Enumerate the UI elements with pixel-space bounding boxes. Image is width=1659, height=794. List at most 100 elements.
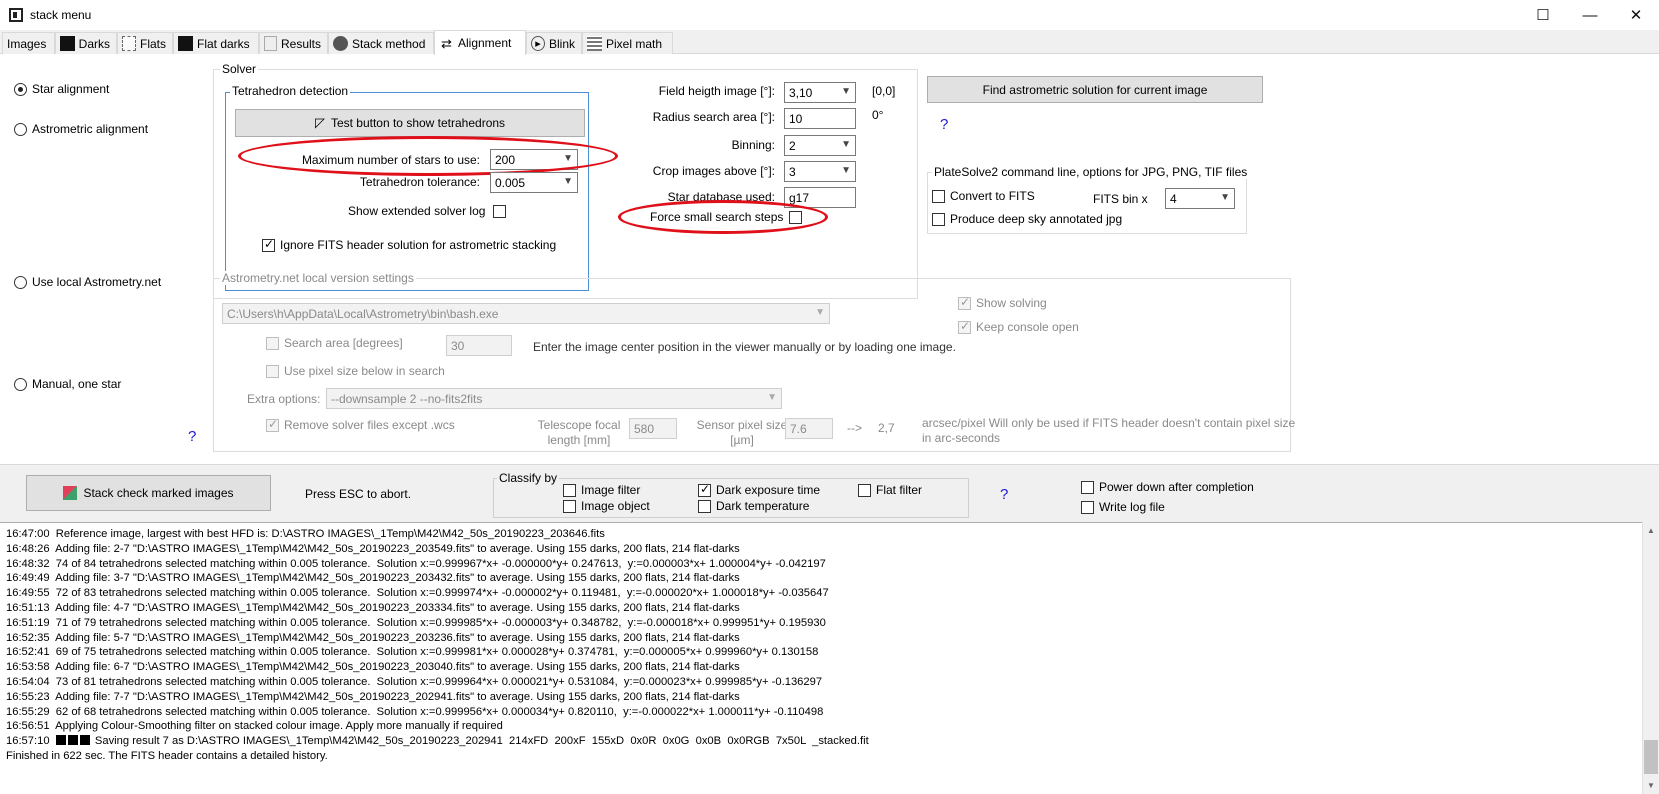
show-extended-log-checkbox[interactable]: Show extended solver log: [348, 204, 507, 218]
convert-to-fits-checkbox[interactable]: Convert to FITS: [932, 189, 1035, 203]
tab-flat-darks[interactable]: Flat darks: [173, 32, 259, 54]
checkbox-box: [563, 499, 576, 513]
checkbox-box: [958, 319, 971, 334]
tab-label: Blink: [548, 36, 575, 51]
keep-console-open-checkbox[interactable]: Keep console open: [958, 319, 1079, 334]
chevron-down-icon: ▼: [563, 176, 573, 187]
radio-label: Star alignment: [32, 82, 110, 96]
annotated-jpg-checkbox[interactable]: Produce deep sky annotated jpg: [932, 212, 1122, 226]
scrollbar-thumb[interactable]: [1644, 740, 1658, 774]
combo-value: 2: [789, 138, 796, 153]
checkbox-box: [1081, 480, 1094, 494]
dark-temperature-checkbox[interactable]: Dark temperature: [698, 499, 809, 513]
dark-exposure-checkbox[interactable]: Dark exposure time: [698, 482, 821, 497]
radio-dot: [14, 82, 27, 96]
triangle-icon: ◸: [314, 115, 325, 130]
tolerance-combo[interactable]: 0.005 ▼: [490, 172, 578, 193]
checkbox-label: Convert to FITS: [950, 189, 1035, 203]
sensor-pixel-label-line: [µm]: [730, 433, 754, 447]
tab-label: Flats: [139, 36, 166, 51]
star-database-input[interactable]: g17: [784, 187, 856, 208]
checkbox-box: [1081, 500, 1094, 514]
tab-stack-method[interactable]: Stack method: [328, 32, 434, 54]
scroll-up-icon[interactable]: ▲: [1643, 522, 1659, 539]
write-log-checkbox[interactable]: Write log file: [1081, 500, 1165, 514]
astrometry-path-combo[interactable]: C:\Users\h\AppData\Local\Astrometry\bin\…: [222, 303, 830, 324]
sensor-pixel-input[interactable]: 7.6: [785, 418, 833, 439]
help-icon[interactable]: ?: [940, 116, 948, 133]
manual-one-star-radio[interactable]: Manual, one star: [14, 377, 121, 391]
tab-bar: Images Darks Flats Flat darks Results St…: [0, 30, 1659, 55]
log-output[interactable]: 16:47:00 Reference image, largest with b…: [0, 522, 1642, 794]
show-solving-checkbox[interactable]: Show solving: [958, 295, 1047, 310]
radio-dot: [14, 377, 27, 391]
fits-bin-label: FITS bin x: [1093, 192, 1148, 206]
tab-images[interactable]: Images: [2, 32, 55, 54]
image-object-checkbox[interactable]: Image object: [563, 499, 650, 513]
checkbox-label: Use pixel size below in search: [284, 364, 445, 378]
checkbox-label: Power down after completion: [1099, 480, 1254, 494]
use-pixel-size-checkbox[interactable]: Use pixel size below in search: [266, 364, 445, 378]
chevron-down-icon: ▼: [841, 86, 851, 97]
stack-icon: [63, 486, 78, 500]
test-tetrahedrons-button[interactable]: ◸ Test button to show tetrahedrons: [235, 109, 585, 137]
crop-combo[interactable]: 3 ▼: [784, 161, 856, 182]
tab-pixel-math[interactable]: Pixel math: [582, 32, 673, 54]
radius-label: Radius search area [°]:: [652, 110, 775, 124]
local-astrometry-radio[interactable]: Use local Astrometry.net: [14, 275, 161, 289]
flats-icon: [122, 36, 136, 51]
binning-label: Binning:: [731, 138, 775, 152]
checkbox-label: Dark temperature: [716, 499, 810, 513]
search-area-checkbox[interactable]: Search area [degrees]: [266, 336, 403, 350]
esc-hint: Press ESC to abort.: [305, 487, 412, 501]
radius-input[interactable]: 10: [784, 108, 856, 129]
log-scrollbar[interactable]: ▲ ▼: [1642, 522, 1659, 794]
search-area-input[interactable]: 30: [446, 335, 512, 356]
checkbox-label: Image filter: [581, 483, 641, 497]
force-small-steps-checkbox[interactable]: Force small search steps: [650, 210, 803, 224]
help-icon[interactable]: ?: [1000, 486, 1008, 503]
tetrahedron-group-label: Tetrahedron detection: [230, 84, 351, 98]
astrometric-alignment-radio[interactable]: Astrometric alignment: [14, 122, 148, 136]
chevron-down-icon: ▼: [841, 139, 851, 150]
stack-check-marked-button[interactable]: Stack check marked images: [26, 475, 271, 511]
scroll-down-icon[interactable]: ▼: [1643, 777, 1659, 794]
log-line: 16:55:29 62 of 68 tetrahedrons selected …: [6, 705, 824, 718]
remove-solver-files-checkbox[interactable]: Remove solver files except .wcs: [266, 417, 455, 432]
field-height-combo[interactable]: 3,10 ▼: [784, 82, 856, 103]
title-bar: stack menu — ✕: [0, 0, 1659, 30]
help-icon[interactable]: ?: [188, 428, 196, 445]
flat-filter-checkbox[interactable]: Flat filter: [858, 483, 922, 497]
log-line: 16:48:26 Adding file: 2-7 "D:\ASTRO IMAG…: [6, 542, 740, 555]
tab-label: Darks: [78, 36, 110, 51]
minimize-button[interactable]: —: [1567, 0, 1613, 30]
tab-alignment[interactable]: ⇄ Alignment: [434, 30, 526, 55]
checkbox-box: [932, 189, 945, 203]
combo-value: C:\Users\h\AppData\Local\Astrometry\bin\…: [227, 306, 499, 321]
blink-icon: ▸: [531, 36, 545, 51]
chevron-down-icon: ▼: [841, 165, 851, 176]
maximize-button[interactable]: ☐: [1520, 0, 1566, 30]
checkbox-label: Show extended solver log: [348, 204, 486, 218]
tab-darks[interactable]: Darks: [55, 32, 117, 54]
focal-length-input[interactable]: 580: [629, 418, 677, 439]
power-down-checkbox[interactable]: Power down after completion: [1081, 480, 1254, 494]
fits-bin-combo[interactable]: 4 ▼: [1165, 188, 1235, 209]
extra-options-combo[interactable]: --downsample 2 --no-fits2fits ▼: [326, 388, 782, 409]
log-line: 16:53:58 Adding file: 6-7 "D:\ASTRO IMAG…: [6, 661, 740, 674]
tab-results[interactable]: Results: [259, 32, 328, 54]
image-filter-checkbox[interactable]: Image filter: [563, 483, 640, 497]
find-astrometric-solution-button[interactable]: Find astrometric solution for current im…: [927, 76, 1263, 103]
ignore-fits-header-checkbox[interactable]: Ignore FITS header solution for astromet…: [262, 237, 556, 252]
tab-blink[interactable]: ▸ Blink: [526, 32, 582, 54]
close-button[interactable]: ✕: [1613, 0, 1659, 30]
tab-flats[interactable]: Flats: [117, 32, 173, 54]
alignment-icon: ⇄: [441, 35, 452, 51]
star-alignment-radio[interactable]: Star alignment: [14, 82, 109, 96]
astrometry-net-group-label: Astrometry.net local version settings: [220, 271, 416, 285]
chevron-down-icon: ▼: [1220, 192, 1230, 203]
pixel-math-icon: [587, 36, 602, 51]
binning-combo[interactable]: 2 ▼: [784, 135, 856, 156]
max-stars-combo[interactable]: 200 ▼: [490, 149, 578, 170]
checkbox-label: Dark exposure time: [716, 483, 821, 497]
